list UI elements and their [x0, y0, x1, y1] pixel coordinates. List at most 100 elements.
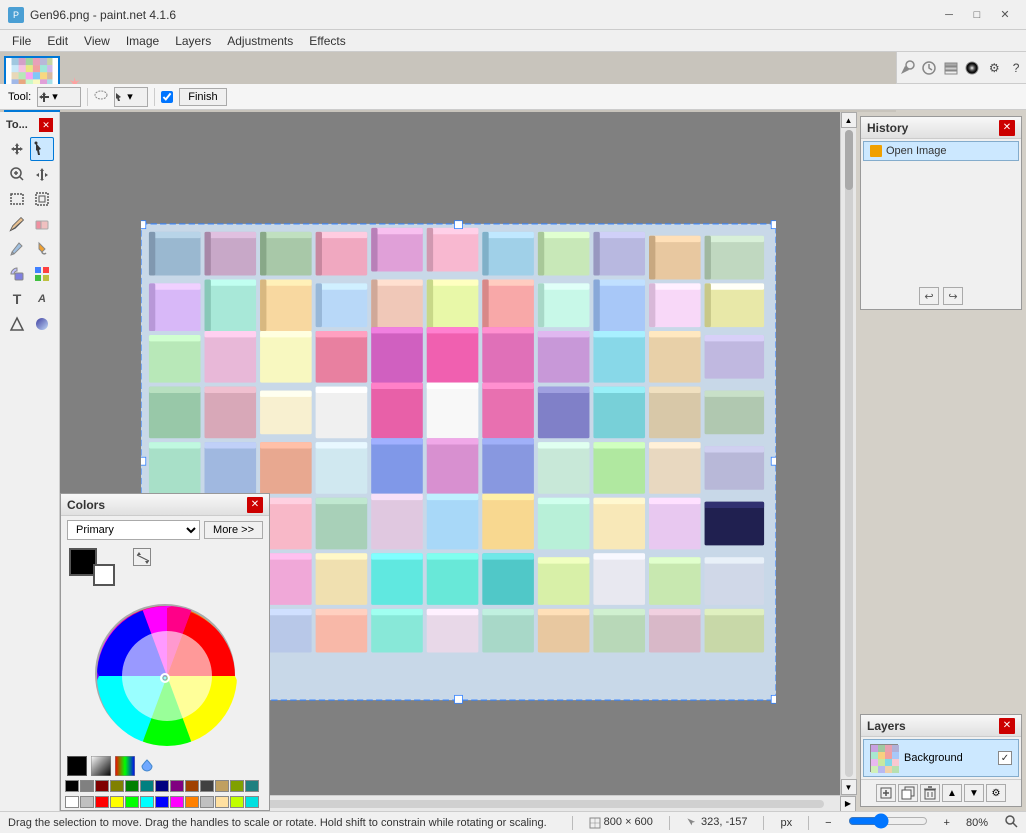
- palette-dark-gray[interactable]: [200, 780, 214, 792]
- layer-add-button[interactable]: [876, 784, 896, 802]
- tool-shape[interactable]: [5, 312, 29, 336]
- palette-white[interactable]: [65, 796, 79, 808]
- palette-dark-red[interactable]: [95, 780, 109, 792]
- palette-gray[interactable]: [80, 780, 94, 792]
- palette-peach[interactable]: [215, 796, 229, 808]
- palette-orange[interactable]: [185, 796, 199, 808]
- layer-properties-button[interactable]: ⚙: [986, 784, 1006, 802]
- history-undo-button[interactable]: ↩: [919, 287, 939, 305]
- zoom-button[interactable]: [1004, 814, 1018, 831]
- tool-gradient[interactable]: [30, 312, 54, 336]
- palette-lime[interactable]: [125, 796, 139, 808]
- layer-visibility-checkbox[interactable]: ✓: [998, 751, 1012, 765]
- tool-pan[interactable]: [30, 162, 54, 186]
- toolbox-close[interactable]: ✕: [39, 118, 53, 132]
- palette-red[interactable]: [95, 796, 109, 808]
- palette-cyan[interactable]: [140, 796, 154, 808]
- rt-settings[interactable]: ⚙: [984, 56, 1004, 80]
- color-options-button[interactable]: [139, 758, 155, 774]
- history-item-open[interactable]: Open Image: [863, 141, 1019, 161]
- layer-move-up-button[interactable]: ▲: [942, 784, 962, 802]
- palette-olive[interactable]: [110, 780, 124, 792]
- color-wheel[interactable]: [95, 604, 235, 744]
- tool-fill[interactable]: [30, 237, 54, 261]
- tool-stamp[interactable]: [5, 262, 29, 286]
- move-tool-button[interactable]: ▾: [37, 87, 81, 107]
- palette-yellow[interactable]: [110, 796, 124, 808]
- palette-purple[interactable]: [170, 780, 184, 792]
- palette-magenta[interactable]: [170, 796, 184, 808]
- menu-effects[interactable]: Effects: [301, 32, 353, 50]
- layer-name: Background: [904, 752, 992, 764]
- palette-chartreuse[interactable]: [230, 796, 244, 808]
- sep2: [154, 88, 155, 106]
- rt-layers[interactable]: [941, 56, 961, 80]
- zoom-in-button[interactable]: +: [944, 817, 950, 829]
- menu-view[interactable]: View: [76, 32, 118, 50]
- swap-colors-button[interactable]: [133, 548, 151, 566]
- zoom-out-button[interactable]: −: [825, 817, 831, 829]
- palette-navy[interactable]: [155, 780, 169, 792]
- tool-text[interactable]: T: [5, 287, 29, 311]
- scroll-up-button[interactable]: ▲: [841, 112, 857, 128]
- rt-help[interactable]: ?: [1006, 56, 1026, 80]
- layers-close-button[interactable]: ✕: [999, 718, 1015, 734]
- palette-teal[interactable]: [140, 780, 154, 792]
- scroll-v-track[interactable]: [845, 130, 853, 777]
- bw-swatches: [61, 754, 269, 778]
- menu-adjustments[interactable]: Adjustments: [219, 32, 301, 50]
- palette-brown[interactable]: [185, 780, 199, 792]
- palette-black[interactable]: [65, 780, 79, 792]
- finish-checkbox[interactable]: [161, 91, 173, 103]
- tool-text-alt[interactable]: A: [30, 287, 54, 311]
- selection-tool-button[interactable]: ▾: [114, 87, 148, 107]
- menu-file[interactable]: File: [4, 32, 39, 50]
- history-redo-button[interactable]: ↪: [943, 287, 963, 305]
- scroll-down-button[interactable]: ▼: [841, 779, 857, 795]
- menu-layers[interactable]: Layers: [167, 32, 219, 50]
- tool-select-rect[interactable]: [5, 187, 29, 211]
- palette-tan[interactable]: [215, 780, 229, 792]
- tool-recolor[interactable]: [30, 262, 54, 286]
- scroll-v-thumb[interactable]: [845, 130, 853, 190]
- rt-colors[interactable]: [963, 56, 983, 80]
- layer-delete-button[interactable]: [920, 784, 940, 802]
- palette-blue[interactable]: [155, 796, 169, 808]
- palette-aqua[interactable]: [245, 796, 259, 808]
- color-mode-dropdown[interactable]: Primary Secondary: [67, 520, 200, 540]
- tool-options-bar: Tool: ▾ ▾ Finish: [0, 84, 1026, 110]
- black-swatch[interactable]: [67, 756, 87, 776]
- rt-tools[interactable]: [897, 56, 917, 80]
- menu-edit[interactable]: Edit: [39, 32, 76, 50]
- minimize-button[interactable]: ─: [936, 5, 962, 25]
- palette-teal2[interactable]: [245, 780, 259, 792]
- tool-select-lasso[interactable]: [30, 187, 54, 211]
- maximize-button[interactable]: □: [964, 5, 990, 25]
- finish-button[interactable]: Finish: [179, 88, 226, 106]
- layer-move-down-button[interactable]: ▼: [964, 784, 984, 802]
- palette-yellow-green[interactable]: [230, 780, 244, 792]
- layer-duplicate-button[interactable]: [898, 784, 918, 802]
- secondary-color-swatch[interactable]: [93, 564, 115, 586]
- scroll-right-button[interactable]: ▶: [840, 796, 856, 812]
- tool-move[interactable]: [5, 137, 29, 161]
- colors-more-button[interactable]: More >>: [204, 521, 263, 539]
- palette-silver[interactable]: [80, 796, 94, 808]
- colors-close-button[interactable]: ✕: [247, 497, 263, 513]
- zoom-slider[interactable]: [848, 814, 928, 828]
- close-button[interactable]: ✕: [992, 5, 1018, 25]
- rt-history[interactable]: [919, 56, 939, 80]
- tool-erase[interactable]: [30, 212, 54, 236]
- vertical-scrollbar[interactable]: ▲ ▼: [840, 112, 856, 795]
- tool-zoom[interactable]: [5, 162, 29, 186]
- history-nav: ↩ ↪: [861, 283, 1021, 309]
- menu-image[interactable]: Image: [118, 32, 167, 50]
- tool-select-move[interactable]: [30, 137, 54, 161]
- tool-pencil[interactable]: [5, 212, 29, 236]
- palette-dark-green[interactable]: [125, 780, 139, 792]
- tool-row-1: [2, 137, 57, 161]
- palette-light-gray[interactable]: [200, 796, 214, 808]
- history-close-button[interactable]: ✕: [999, 120, 1015, 136]
- tool-brush[interactable]: [5, 237, 29, 261]
- layer-item-background[interactable]: Background ✓: [863, 739, 1019, 777]
